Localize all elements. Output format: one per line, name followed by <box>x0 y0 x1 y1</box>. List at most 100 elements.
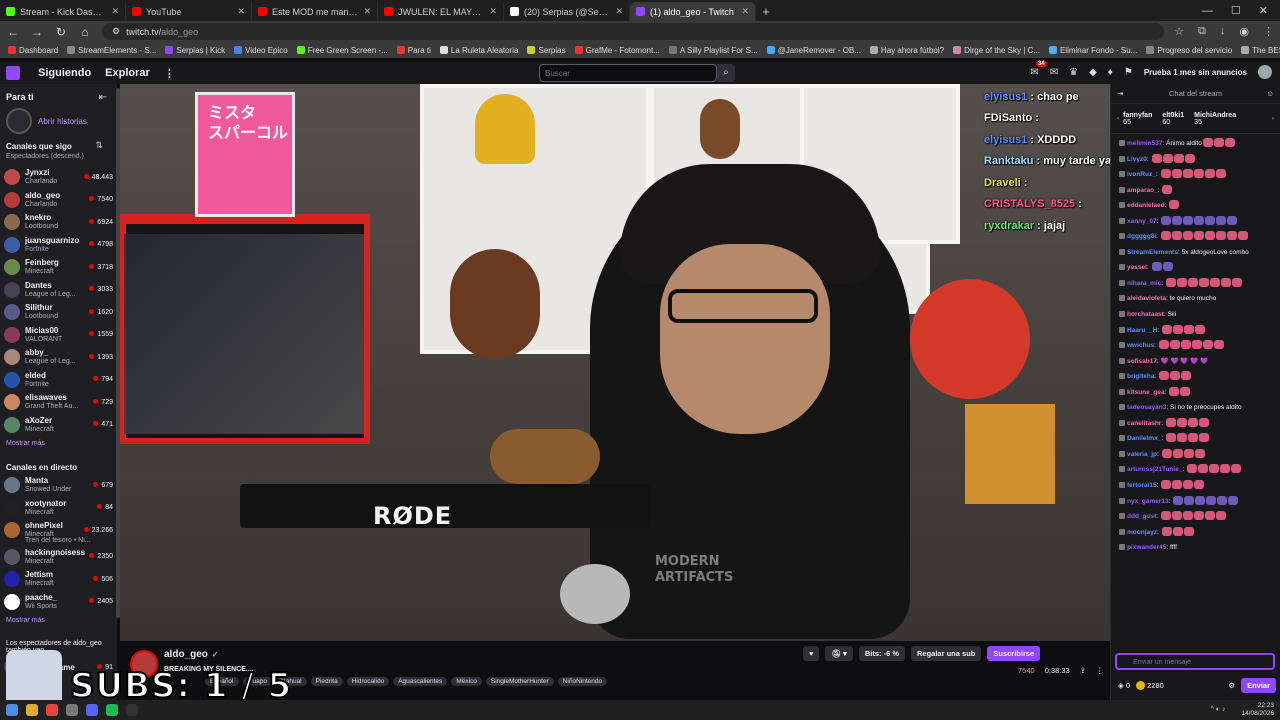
tab-close-icon[interactable]: ✕ <box>489 6 497 17</box>
sidebar-channel-juansguarnizo[interactable]: juansguarnizo Fortnite 4798 <box>0 234 117 257</box>
leaderboard-prev-icon[interactable]: ‹ <box>1117 115 1119 122</box>
send-button[interactable]: Enviar <box>1241 677 1276 693</box>
explorer-icon[interactable] <box>26 704 38 716</box>
chat-input[interactable] <box>1115 653 1275 670</box>
stream-tag[interactable]: NiñoNintendo <box>557 677 608 686</box>
sidebar-channel-jynxzi[interactable]: Jynxzi Charlando 48.443 <box>0 166 117 189</box>
chat-username[interactable]: ivonRuz_ <box>1127 171 1156 178</box>
more-options-icon[interactable]: ⋮ <box>1096 666 1104 675</box>
chat-username[interactable]: nihara_mic <box>1127 280 1161 287</box>
subscribe-button[interactable]: Suscribirse <box>987 646 1041 661</box>
tray-icons[interactable]: ^ ◐ ♪ <box>1211 706 1226 713</box>
bookmark-item[interactable]: A Silly Playlist For S... <box>668 45 758 55</box>
chat-username[interactable]: Haaru__H <box>1127 327 1157 334</box>
bookmark-item[interactable]: Video Epico <box>234 45 288 55</box>
site-info-icon[interactable]: ⚙ <box>112 26 120 37</box>
sort-icon[interactable]: ⇅ <box>95 140 103 151</box>
bookmark-item[interactable]: Eliminar Fondo - Su... <box>1048 45 1137 55</box>
stories-button[interactable]: Abrir historias <box>0 106 117 136</box>
bookmark-item[interactable]: Serpias | Kick <box>165 45 225 55</box>
bookmark-item[interactable]: Dashboard <box>8 45 58 55</box>
bookmark-item[interactable]: La Ruleta Aleatoria <box>439 45 518 55</box>
chat-username[interactable]: amparao_ <box>1127 187 1158 194</box>
chat-username[interactable]: valeria_jp <box>1127 451 1157 458</box>
notifications-icon[interactable]: ✉ 34 <box>1030 60 1047 78</box>
nav-following[interactable]: Siguiendo <box>38 67 91 79</box>
channel-points[interactable]: ◈ 0 <box>1118 681 1130 690</box>
chat-username[interactable]: yessel <box>1127 264 1147 271</box>
chat-username[interactable]: StreamElements <box>1127 249 1178 256</box>
stream-tag[interactable]: Aguascalientes <box>393 677 448 686</box>
minimize-icon[interactable]: — <box>1202 2 1213 21</box>
bookmark-item[interactable]: Dirge of the Sky | C... <box>953 45 1040 55</box>
chat-username[interactable]: pixwander45 <box>1127 544 1166 551</box>
bookmark-item[interactable]: StreamElements - S... <box>67 45 156 55</box>
show-more-live[interactable]: Mostrar más <box>0 613 117 634</box>
window-close-icon[interactable]: ✕ <box>1259 2 1268 21</box>
bookmark-item[interactable]: @JaneRemover - OB... <box>766 45 861 55</box>
notifications-toggle-icon[interactable]: 🔕︎ ▾ <box>825 646 853 661</box>
tab-close-icon[interactable]: ✕ <box>363 6 371 17</box>
chat-username[interactable]: nyx_gamer13 <box>1127 498 1169 505</box>
browser-tab[interactable]: (20) Serpias (@Serpias) / X ✕ <box>504 2 630 21</box>
stream-tag[interactable]: Hidrocalido <box>346 677 390 686</box>
chat-username[interactable]: kitsune_gea <box>1127 389 1165 396</box>
maximize-icon[interactable]: ☐ <box>1231 2 1241 21</box>
sidebar-channel-elded[interactable]: elded Fortnite 794 <box>0 369 117 392</box>
user-avatar[interactable] <box>1258 65 1272 79</box>
chat-username[interactable]: fertoral15 <box>1127 482 1157 489</box>
bookmark-item[interactable]: Para ti <box>396 45 431 55</box>
bookmark-star-icon[interactable]: ☆ <box>1174 25 1184 38</box>
bookmark-item[interactable]: The BEST CS2 Settin... <box>1241 45 1280 55</box>
reload-icon[interactable]: ↻ <box>54 25 68 39</box>
chat-username[interactable]: tadeosayan3 <box>1127 404 1166 411</box>
stream-tag[interactable]: Piedrita <box>310 677 343 686</box>
tab-close-icon[interactable]: ✕ <box>615 6 623 17</box>
chat-username[interactable]: Danilelmx_ <box>1127 435 1161 442</box>
downloads-icon[interactable]: ↓ <box>1220 25 1226 38</box>
inbox-icon[interactable]: ✉ <box>1050 67 1058 78</box>
prime-button[interactable]: Prueba 1 mes sin anuncios <box>1144 68 1247 77</box>
chat-username[interactable]: eddanielaed <box>1127 202 1165 209</box>
nav-more-icon[interactable]: ⋮ <box>164 67 175 80</box>
browser-menu-icon[interactable]: ⋮ <box>1263 25 1274 38</box>
sidebar-channel-paache_[interactable]: paache_ Wii Sports 2405 <box>0 591 117 614</box>
chrome-icon[interactable] <box>46 704 58 716</box>
tab-close-icon[interactable]: ✕ <box>741 6 749 17</box>
browser-tab[interactable]: Este MOD me mandó a TERAPIA ✕ <box>252 2 378 21</box>
sidebar-channel-dantes[interactable]: Dantes League of Leg... 3033 <box>0 279 117 302</box>
chat-username[interactable]: wwichus <box>1127 342 1154 349</box>
chat-username[interactable]: canelitashr <box>1127 420 1161 427</box>
gift-sub-button[interactable]: Regalar una sub <box>911 646 982 661</box>
streamer-name[interactable]: aldo_geo <box>164 649 219 660</box>
discord-icon[interactable] <box>86 704 98 716</box>
chat-username[interactable]: horchataast <box>1127 311 1164 318</box>
chat-username[interactable]: dggggg8i <box>1127 233 1156 240</box>
video-player[interactable]: ミスタ スパーコル RØDE MODERN ARTIFACTS <box>120 84 1110 641</box>
chat-username[interactable]: brigiteha <box>1127 373 1154 380</box>
stream-tag[interactable]: SingleMotherHunter <box>485 677 554 686</box>
bookmark-item[interactable]: GrafMe - Fotomont... <box>574 45 660 55</box>
search-input[interactable] <box>539 64 717 82</box>
sidebar-channel-micias00[interactable]: Micias00 VALORANT 1559 <box>0 324 117 347</box>
spotify-icon[interactable] <box>106 704 118 716</box>
chat-username[interactable]: moonjayz <box>1127 529 1157 536</box>
share-icon[interactable]: ⇪ <box>1080 666 1086 675</box>
tab-close-icon[interactable]: ✕ <box>111 6 119 17</box>
twitch-logo-icon[interactable] <box>6 66 20 80</box>
gift-icon[interactable]: ⚑ <box>1124 67 1133 78</box>
nav-browse[interactable]: Explorar <box>105 67 150 79</box>
obs-icon[interactable] <box>126 704 138 716</box>
chat-username[interactable]: sofisab17 <box>1127 358 1157 365</box>
coins[interactable]: 2280 <box>1136 680 1164 690</box>
browser-tab[interactable]: YouTube ✕ <box>126 2 252 21</box>
bookmark-item[interactable]: Free Green Screen -... <box>296 45 388 55</box>
sidebar-channel-abby_[interactable]: abby_ League of Leg... 1393 <box>0 346 117 369</box>
chat-username[interactable]: melimin537 <box>1127 140 1162 147</box>
profile-icon[interactable]: ◉ <box>1239 25 1249 38</box>
back-icon[interactable]: ← <box>6 25 20 39</box>
chat-settings-icon[interactable]: ⚙ <box>1228 681 1235 690</box>
browser-tab[interactable]: Stream - Kick Dashboard ✕ <box>0 2 126 21</box>
leaderboard-next-icon[interactable]: › <box>1272 115 1274 122</box>
sidebar-channel-aldo_geo[interactable]: aldo_geo Charlando 7540 <box>0 189 117 212</box>
